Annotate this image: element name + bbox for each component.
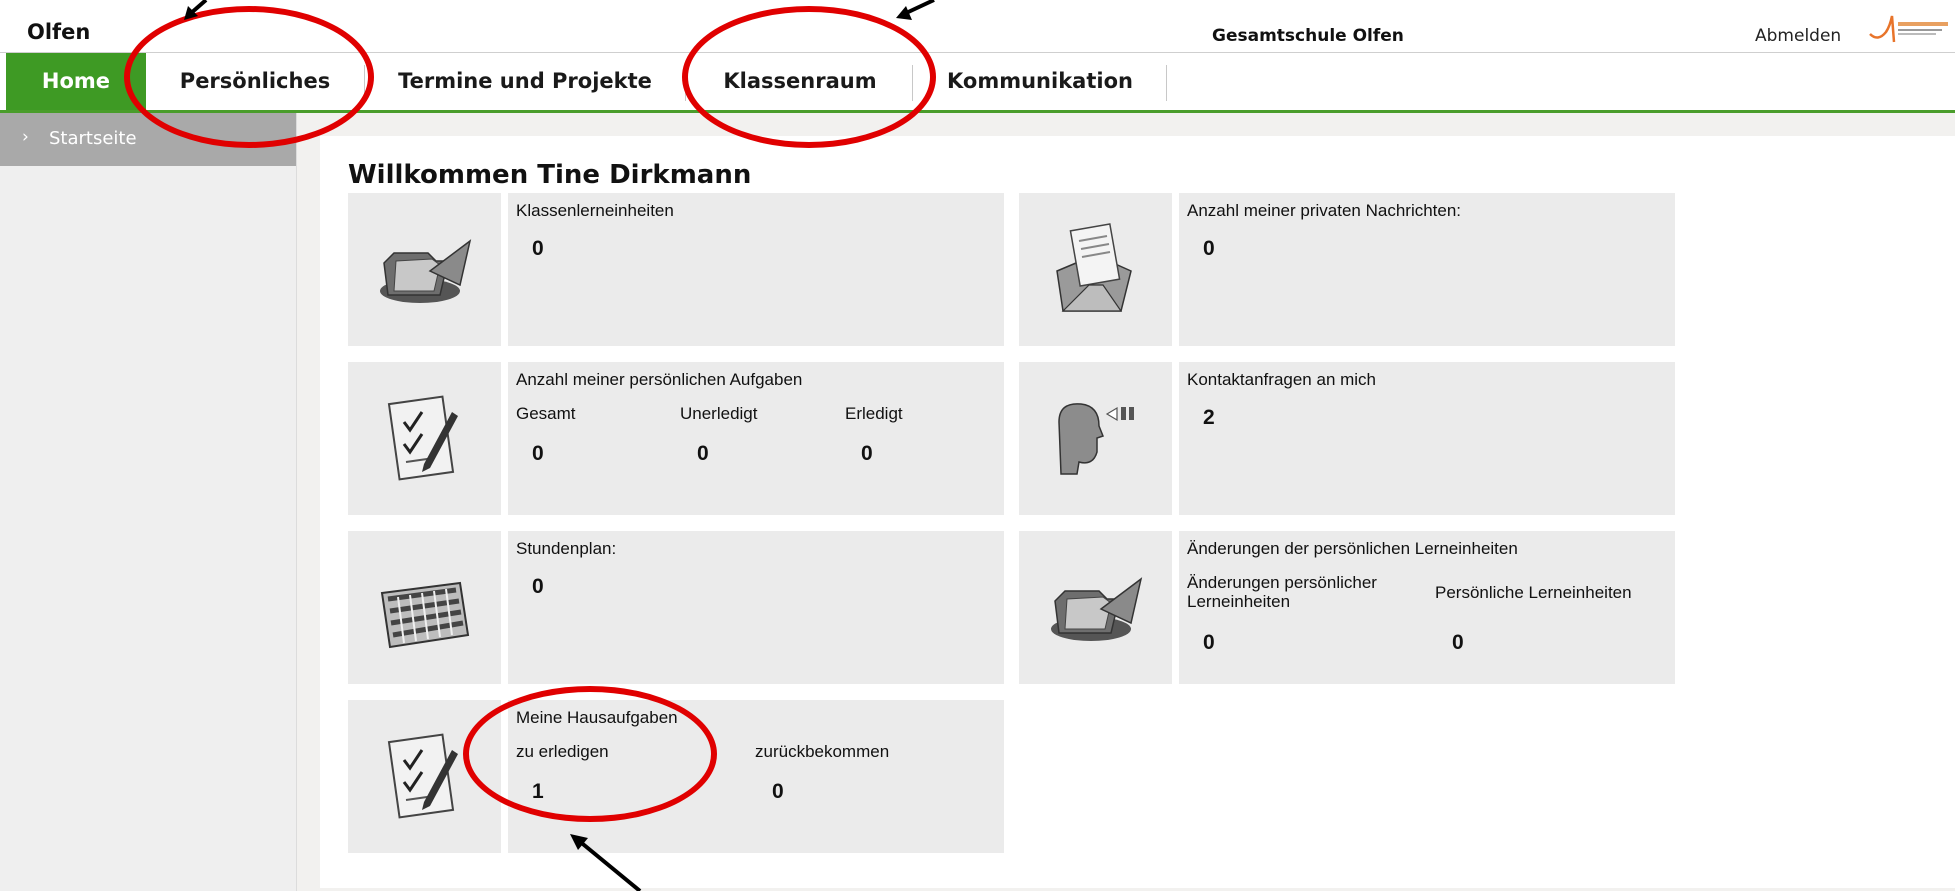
annotation-arrows	[184, 0, 935, 891]
arrow-to-persoenliches	[184, 0, 208, 20]
arrow-to-hausaufgaben	[570, 834, 642, 891]
arrow-to-klassenraum	[896, 0, 935, 20]
